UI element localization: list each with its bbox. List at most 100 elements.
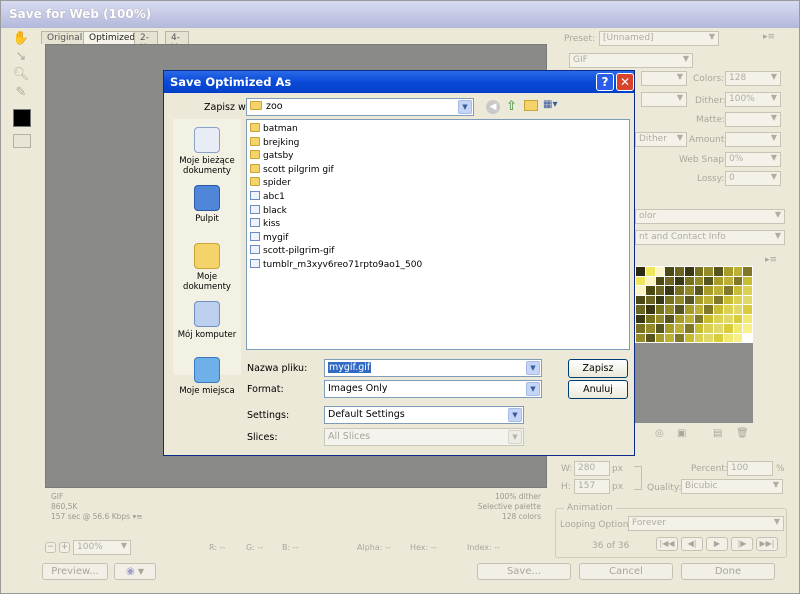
height-field[interactable]: 157: [574, 479, 610, 494]
first-frame-button[interactable]: |◀◀: [656, 537, 678, 551]
color-swatch[interactable]: [645, 276, 655, 285]
browser-preview-button[interactable]: ◉ ▼: [114, 563, 156, 580]
color-swatch[interactable]: [733, 324, 743, 333]
dither-algorithm-select[interactable]: ▼: [641, 92, 687, 107]
color-swatch[interactable]: [684, 295, 694, 304]
color-swatch[interactable]: [665, 286, 674, 295]
color-swatch[interactable]: [733, 333, 743, 342]
color-swatch[interactable]: [743, 324, 752, 333]
reduction-select[interactable]: ▼: [641, 71, 687, 86]
color-swatch[interactable]: [704, 295, 713, 304]
web-shift-icon[interactable]: ◎: [655, 428, 664, 439]
color-swatch[interactable]: [714, 324, 723, 333]
color-swatch[interactable]: [655, 286, 665, 295]
last-frame-button[interactable]: ▶▶|: [756, 537, 778, 551]
file-item[interactable]: kiss: [250, 218, 280, 231]
color-table[interactable]: [635, 266, 753, 343]
color-swatch[interactable]: [636, 276, 645, 285]
folder-item[interactable]: brejking: [250, 136, 299, 150]
filename-field[interactable]: mygif.gif ▼: [324, 359, 542, 377]
color-swatch[interactable]: [733, 286, 743, 295]
file-list[interactable]: batman brejking gatsby scott pilgrim gif spi…: [246, 119, 630, 350]
matte-select[interactable]: ▼: [725, 112, 781, 127]
preview-button[interactable]: Preview...: [42, 563, 108, 580]
place-desktop[interactable]: Pulpit: [173, 185, 241, 224]
color-swatch[interactable]: [694, 267, 704, 276]
tab-4-up[interactable]: 4-Up: [165, 31, 190, 53]
color-swatch[interactable]: [723, 295, 733, 304]
color-swatch[interactable]: [684, 305, 694, 314]
transparency-dither-select[interactable]: Dither ▼: [635, 132, 687, 147]
color-swatch[interactable]: [675, 276, 684, 285]
color-swatch[interactable]: [694, 295, 704, 304]
color-swatch[interactable]: [694, 324, 704, 333]
color-swatch[interactable]: [645, 305, 655, 314]
color-swatch[interactable]: [655, 314, 665, 323]
color-swatch[interactable]: [733, 305, 743, 314]
place-recent-documents[interactable]: Moje bieżące dokumenty: [173, 127, 241, 176]
color-swatch[interactable]: [694, 305, 704, 314]
folder-item[interactable]: spider: [250, 177, 291, 190]
new-folder-icon[interactable]: [524, 100, 538, 111]
settings-select[interactable]: Default Settings ▼: [324, 406, 524, 424]
hand-icon[interactable]: ✋: [11, 31, 31, 49]
color-swatch[interactable]: [733, 276, 743, 285]
tab-optimized[interactable]: Optimized: [83, 31, 142, 44]
constrain-link-icon[interactable]: [634, 466, 642, 490]
color-swatch[interactable]: [636, 295, 645, 304]
color-swatch[interactable]: [665, 305, 674, 314]
settings-menu-icon[interactable]: ▸≡: [763, 32, 775, 42]
color-swatch[interactable]: [704, 314, 713, 323]
color-swatch[interactable]: [665, 295, 674, 304]
color-swatch[interactable]: [684, 314, 694, 323]
color-swatch[interactable]: [704, 324, 713, 333]
save-in-select[interactable]: zoo ▼: [246, 98, 474, 116]
metadata-select[interactable]: nt and Contact Info ▼: [635, 230, 785, 245]
color-swatch[interactable]: [675, 295, 684, 304]
color-swatch[interactable]: [714, 305, 723, 314]
color-swatch[interactable]: [714, 286, 723, 295]
color-swatch[interactable]: [645, 267, 655, 276]
close-button[interactable]: ✕: [616, 73, 634, 91]
eyedropper-icon[interactable]: ✎: [11, 85, 31, 103]
done-button[interactable]: Done: [681, 563, 775, 580]
colors-select[interactable]: 128 ▼: [725, 71, 781, 86]
color-swatch[interactable]: [645, 333, 655, 342]
color-swatch[interactable]: [655, 305, 665, 314]
lossy-field[interactable]: 0 ▼: [725, 171, 781, 186]
color-swatch[interactable]: [733, 267, 743, 276]
dither-select[interactable]: 100% ▼: [725, 92, 781, 107]
previous-frame-button[interactable]: ◀|: [681, 537, 703, 551]
color-swatch[interactable]: [714, 295, 723, 304]
color-swatch[interactable]: [743, 314, 752, 323]
color-swatch[interactable]: [694, 333, 704, 342]
dialog-save-button[interactable]: Zapisz: [568, 359, 628, 378]
color-swatch[interactable]: [636, 314, 645, 323]
color-swatch[interactable]: [655, 324, 665, 333]
color-swatch[interactable]: [675, 324, 684, 333]
color-swatch[interactable]: [675, 267, 684, 276]
color-swatch[interactable]: [665, 267, 674, 276]
color-profile-select[interactable]: olor ▼: [635, 209, 785, 224]
toggle-slices-icon[interactable]: [13, 134, 31, 148]
color-swatch[interactable]: [743, 286, 752, 295]
color-swatch[interactable]: [723, 276, 733, 285]
color-swatch[interactable]: [694, 276, 704, 285]
color-table-menu-icon[interactable]: ▸≡: [765, 255, 777, 265]
color-swatch[interactable]: [714, 276, 723, 285]
color-swatch[interactable]: [636, 324, 645, 333]
cancel-button[interactable]: Cancel: [579, 563, 673, 580]
color-swatch[interactable]: [714, 333, 723, 342]
quality-select[interactable]: Bicubic ▼: [681, 479, 783, 494]
color-swatch[interactable]: [684, 333, 694, 342]
place-my-network[interactable]: Moje miejsca: [173, 357, 241, 396]
color-swatch[interactable]: [684, 267, 694, 276]
slice-select-icon[interactable]: ↘: [11, 49, 31, 67]
color-swatch[interactable]: [743, 295, 752, 304]
eyedropper-color-swatch[interactable]: [13, 109, 31, 127]
amount-field[interactable]: ▼: [725, 132, 781, 147]
file-item[interactable]: abc1: [250, 191, 285, 204]
color-swatch[interactable]: [655, 333, 665, 342]
tab-original[interactable]: Original: [41, 31, 89, 44]
lock-color-icon[interactable]: ▣: [677, 428, 686, 439]
